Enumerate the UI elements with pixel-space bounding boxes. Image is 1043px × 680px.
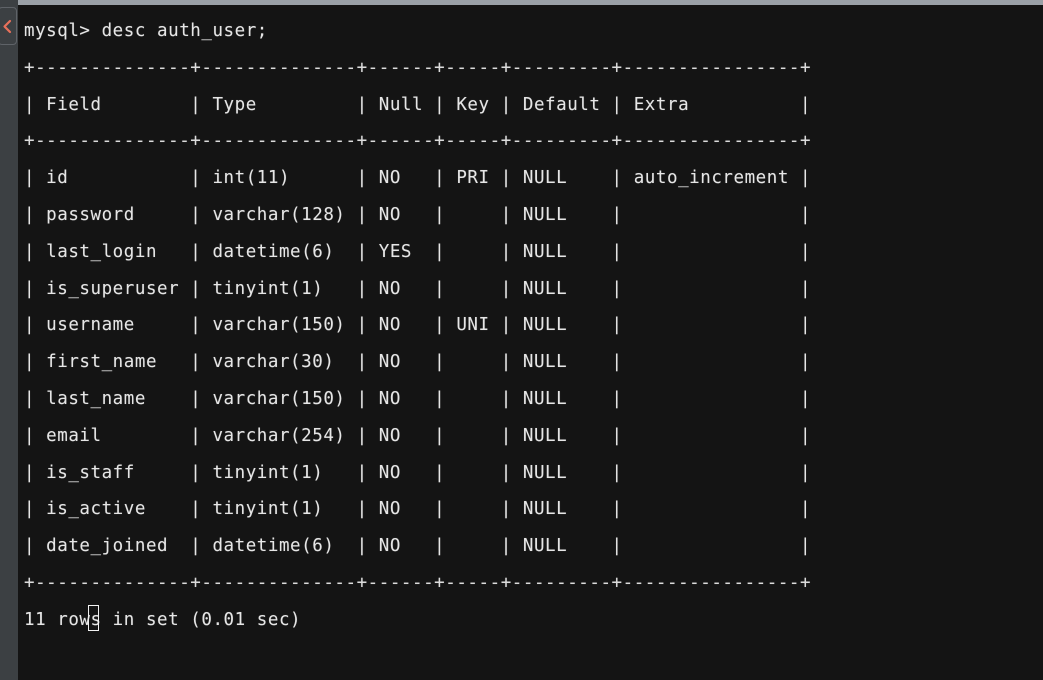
table-row: | id | int(11) | NO | PRI | NULL | auto_…	[24, 168, 812, 189]
terminal-output-area[interactable]: mysql> desc auth_user; +--------------+-…	[18, 5, 1043, 680]
table-row: | password | varchar(128) | NO | | NULL …	[24, 204, 812, 225]
table-row: | is_staff | tinyint(1) | NO | | NULL | …	[24, 462, 812, 483]
table-row: | date_joined | datetime(6) | NO | | NUL…	[24, 536, 812, 557]
result-status-line: 11 rows in set (0.01 sec)	[24, 602, 301, 639]
table-row: | email | varchar(254) | NO | | NULL | |	[24, 425, 812, 446]
table-row: | is_superuser | tinyint(1) | NO | | NUL…	[24, 278, 812, 299]
chevron-left-icon	[2, 19, 13, 34]
table-rule-header: +--------------+--------------+------+--…	[24, 131, 812, 152]
table-row: | last_name | varchar(150) | NO | | NULL…	[24, 388, 812, 409]
terminal-window: mysql> desc auth_user; +--------------+-…	[0, 0, 1043, 680]
table-rule-top: +--------------+--------------+------+--…	[24, 57, 812, 78]
prompt-line: mysql> desc auth_user;	[24, 21, 268, 41]
table-row: | is_active | tinyint(1) | NO | | NULL |…	[24, 499, 812, 520]
table-header-row: | Field | Type | Null | Key | Default | …	[24, 94, 812, 115]
table-row: | first_name | varchar(30) | NO | | NULL…	[24, 352, 812, 373]
left-sidebar-rail	[0, 0, 18, 680]
table-body: | id | int(11) | NO | PRI | NULL | auto_…	[24, 160, 1043, 565]
result-status-text: 11 rows in set (0.01 sec)	[24, 609, 302, 630]
table-row: | username | varchar(150) | NO | UNI | N…	[24, 315, 812, 336]
collapse-panel-button[interactable]	[0, 7, 17, 45]
table-row: | last_login | datetime(6) | YES | | NUL…	[24, 241, 812, 262]
table-rule-bottom: +--------------+--------------+------+--…	[24, 572, 812, 593]
